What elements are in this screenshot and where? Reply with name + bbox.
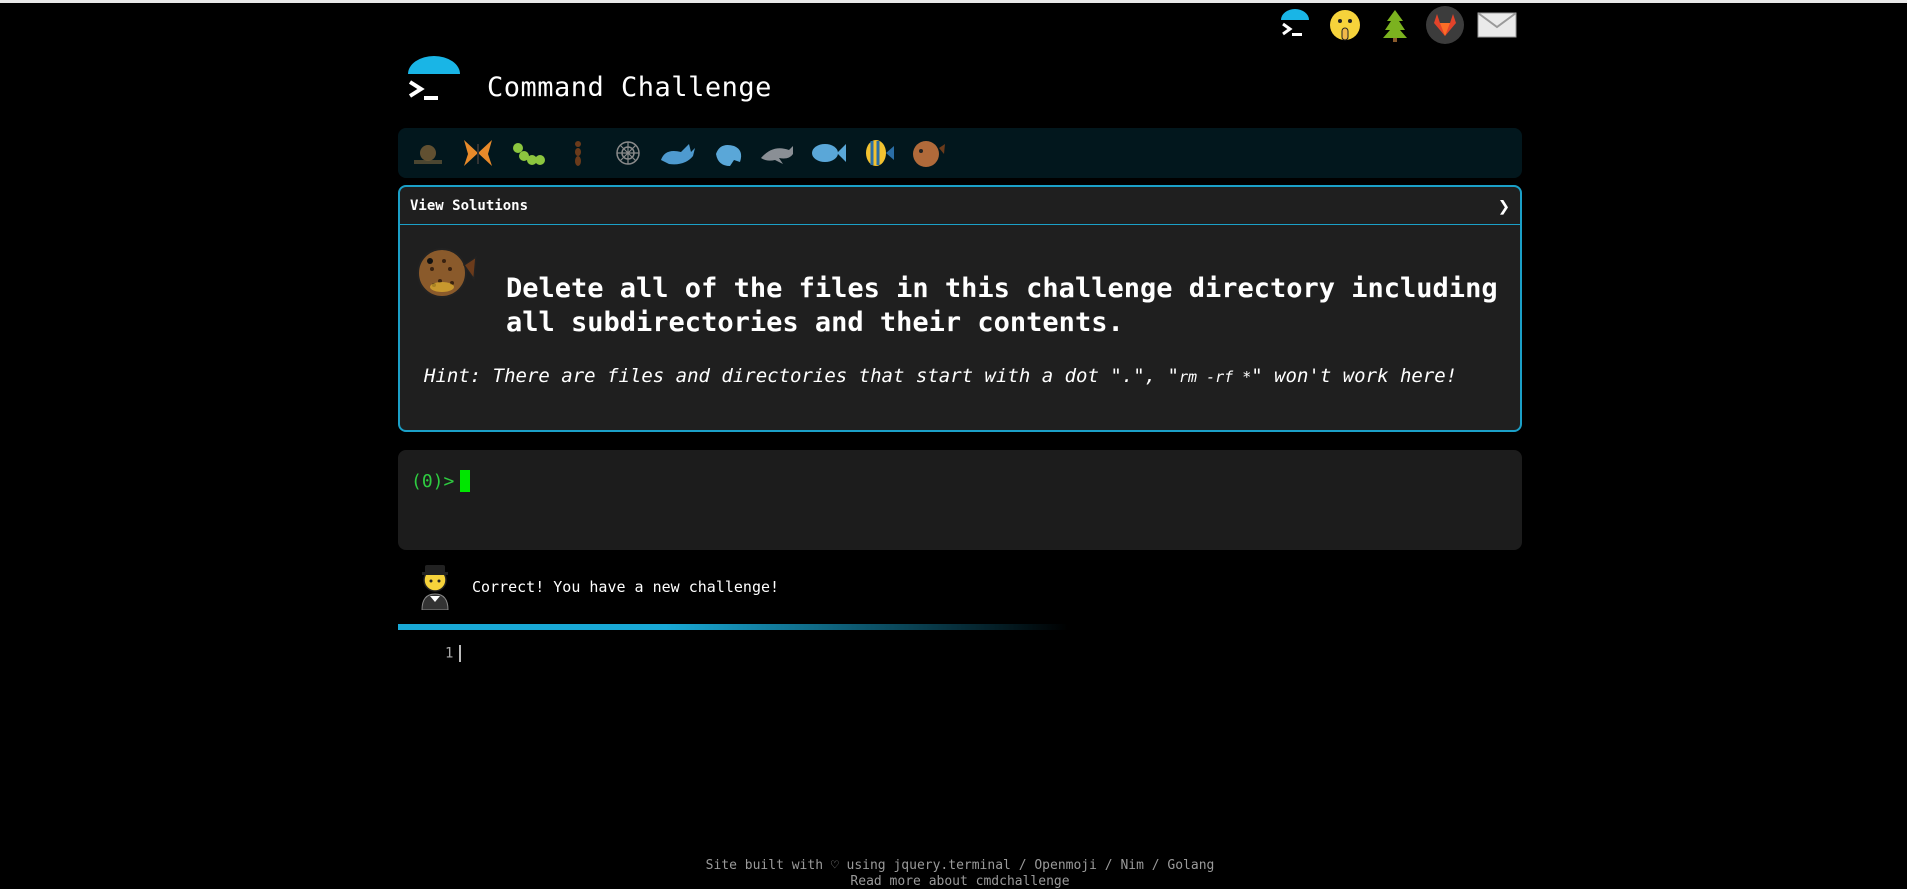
hint-command: rm -rf * [1178,368,1252,386]
blowfish-icon[interactable] [908,133,948,173]
hint-text: Hint: There are files and directories th… [424,365,1457,387]
footer-about-link[interactable]: Read more about cmdchallenge [0,874,1907,889]
fish-icon[interactable] [808,133,848,173]
butterfly-icon[interactable] [458,133,498,173]
response-message: Correct! You have a new challenge! [472,578,780,596]
view-solutions-label: View Solutions [410,197,529,214]
shushing-face-icon[interactable] [1326,6,1364,44]
person-avatar-icon [412,558,458,611]
terminal[interactable]: (0)> [398,450,1522,550]
site-logo[interactable] [404,56,464,112]
view-solutions-toggle[interactable]: View Solutions ❯ [400,187,1520,225]
tree-icon[interactable] [1376,6,1414,44]
ant-icon[interactable] [558,133,598,173]
level-bar [398,128,1522,178]
top-border [0,0,1907,3]
terminal-icon[interactable] [1276,6,1314,44]
whale-spout-icon[interactable] [708,133,748,173]
whale-icon[interactable] [658,133,698,173]
hint-prefix: Hint: There are files and directories th… [424,365,1179,387]
terminal-prompt: (0)> [411,471,455,492]
dolphin-icon[interactable] [758,133,798,173]
tropical-fish-icon[interactable] [858,133,898,173]
line-number: 1 [445,645,454,662]
caterpillar-icon[interactable] [508,133,548,173]
hint-suffix: " won't work here! [1251,365,1458,387]
editor-caret [459,645,462,662]
challenge-panel: View Solutions ❯ Delete all of the files… [398,185,1522,432]
blowfish-icon [412,239,480,301]
snail-icon[interactable] [408,133,448,173]
footer-credits: Site built with ♡ using jquery.terminal … [705,858,1215,873]
mail-icon[interactable] [1476,6,1518,44]
chevron-right-icon: ❯ [1497,193,1510,218]
spider-web-icon[interactable] [608,133,648,173]
challenge-description: Delete all of the files in this challeng… [506,273,1498,338]
gitlab-icon[interactable] [1426,6,1464,44]
editor[interactable]: 1 [445,645,462,662]
top-nav [1276,6,1518,44]
terminal-cursor [460,470,470,492]
progress-bar [398,624,1068,630]
page-title: Command Challenge [487,72,772,103]
